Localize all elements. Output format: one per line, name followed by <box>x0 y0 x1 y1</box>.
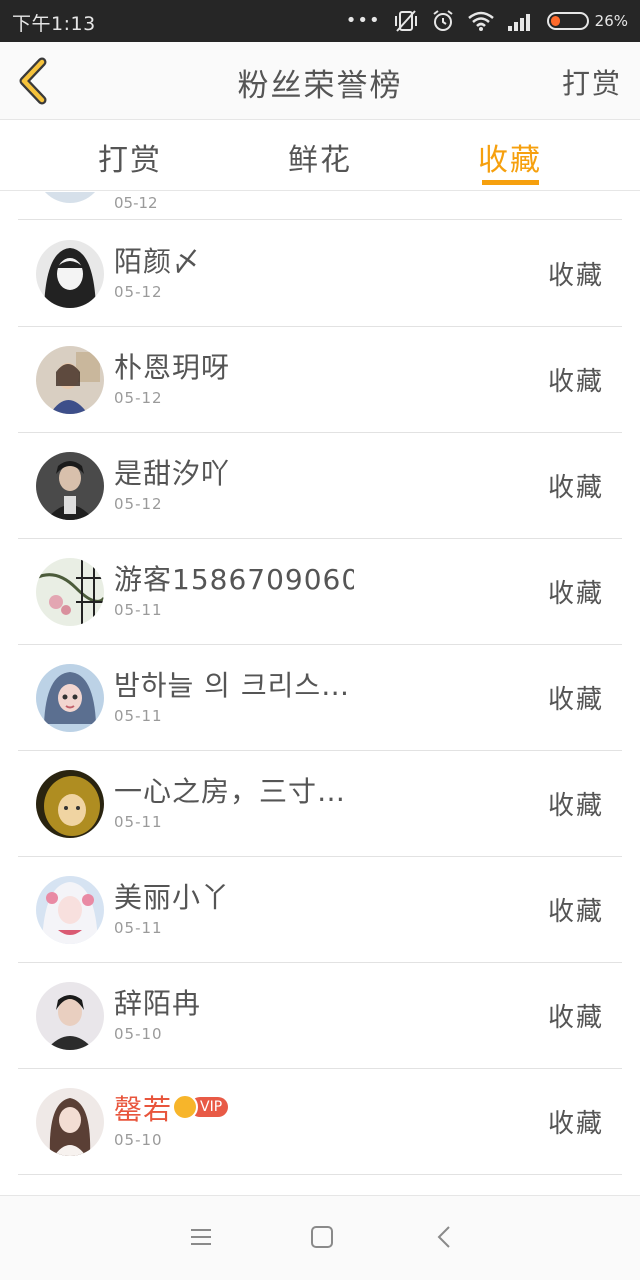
home-icon <box>311 1226 333 1248</box>
tab-reward[interactable]: 打赏 <box>70 135 190 179</box>
list-item-name: 陌颜〆 <box>114 245 202 278</box>
active-tab-indicator <box>482 180 539 185</box>
battery-icon <box>546 12 589 30</box>
crown-icon <box>172 1094 198 1120</box>
list-item-action: 收藏 <box>547 367 604 397</box>
list-item-date: 05-11 <box>114 919 163 937</box>
avatar[interactable] <box>36 664 104 732</box>
list-item-name: 辞陌冉 <box>114 987 202 1020</box>
list-item-action: 收藏 <box>547 579 604 609</box>
tab-flowers[interactable]: 鲜花 <box>260 135 380 179</box>
wifi-icon <box>467 11 494 31</box>
status-icons: ••• 26% <box>346 8 628 34</box>
list-item-name: 밤하늘 의 크리스… <box>114 669 351 702</box>
list-item-date: 05-12 <box>114 389 163 407</box>
list-item-name: 美丽小丫 <box>114 881 231 914</box>
list-item-date: 05-12 <box>114 495 163 513</box>
status-time: 下午1:13 <box>12 13 96 35</box>
list-item-date: 05-12 <box>114 283 163 301</box>
list-item[interactable]: 一心之房，三寸… 05-11 收藏 <box>18 751 622 857</box>
more-dots-icon: ••• <box>345 10 381 31</box>
signal-icon <box>507 14 530 31</box>
system-back-button[interactable] <box>430 1222 460 1252</box>
page-title: 粉丝荣誉榜 <box>237 68 403 104</box>
list-item[interactable]: 05-12 <box>18 192 622 220</box>
avatar[interactable] <box>36 240 104 308</box>
avatar[interactable] <box>36 770 104 838</box>
avatar[interactable] <box>36 1088 104 1156</box>
list-item-date: 05-10 <box>114 1025 163 1043</box>
list-item[interactable]: 是甜汐吖 05-12 收藏 <box>18 433 622 539</box>
list-item-date: 05-11 <box>114 601 163 619</box>
back-icon <box>437 1226 450 1248</box>
list-item-name: 朴恩玥呀 <box>114 351 231 384</box>
fan-list[interactable]: 05-12 陌颜〆 05-12 收藏 朴恩玥呀 05-12 收藏 是甜汐吖 05… <box>0 192 640 1195</box>
list-item-date: 05-11 <box>114 813 163 831</box>
list-item[interactable]: 辞陌冉 05-10 收藏 <box>18 963 622 1069</box>
list-item-date: 05-10 <box>114 1131 163 1149</box>
list-item[interactable]: 朴恩玥呀 05-12 收藏 <box>18 327 622 433</box>
list-item-action: 收藏 <box>547 685 604 715</box>
list-item-action: 收藏 <box>547 897 604 927</box>
list-item[interactable]: 美丽小丫 05-11 收藏 <box>18 857 622 963</box>
system-nav-bar <box>0 1195 640 1280</box>
list-item-name: 罄若 <box>114 1093 173 1126</box>
list-item-name: 是甜汐吖 <box>114 457 231 490</box>
vibrate-off-icon <box>394 10 417 32</box>
battery-percent: 26% <box>594 12 628 30</box>
status-bar: 下午1:13 ••• 26% <box>0 0 640 42</box>
avatar[interactable] <box>36 452 104 520</box>
list-item-date: 05-11 <box>114 707 163 725</box>
vip-badge: VIP <box>172 1094 229 1120</box>
header: 粉丝荣誉榜 打赏 <box>0 42 640 120</box>
avatar <box>36 192 104 203</box>
tab-bar: 打赏 鲜花 收藏 <box>0 121 640 191</box>
list-item-action: 收藏 <box>547 791 604 821</box>
tab-favorites[interactable]: 收藏 <box>450 135 570 179</box>
list-item-name: 一心之房，三寸… <box>114 775 347 808</box>
list-item-action: 收藏 <box>547 1003 604 1033</box>
list-item-action: 收藏 <box>547 261 604 291</box>
alarm-icon <box>433 10 453 31</box>
avatar[interactable] <box>36 982 104 1050</box>
avatar[interactable] <box>36 346 104 414</box>
menu-icon <box>191 1229 211 1245</box>
list-item-action: 收藏 <box>547 473 604 503</box>
list-item[interactable]: 陌颜〆 05-12 收藏 <box>18 221 622 327</box>
list-item-date: 05-12 <box>114 194 158 212</box>
avatar[interactable] <box>36 558 104 626</box>
menu-button[interactable] <box>186 1222 216 1252</box>
reward-button[interactable]: 打赏 <box>562 62 622 102</box>
home-button[interactable] <box>307 1222 337 1252</box>
list-item-action: 收藏 <box>547 1109 604 1139</box>
list-item[interactable]: 밤하늘 의 크리스… 05-11 收藏 <box>18 645 622 751</box>
list-item[interactable]: 罄若 VIP 05-10 收藏 <box>18 1069 622 1175</box>
list-item-name: 游客1586709060465 <box>114 563 354 596</box>
list-item[interactable]: 游客1586709060465 05-11 收藏 <box>18 539 622 645</box>
avatar[interactable] <box>36 876 104 944</box>
